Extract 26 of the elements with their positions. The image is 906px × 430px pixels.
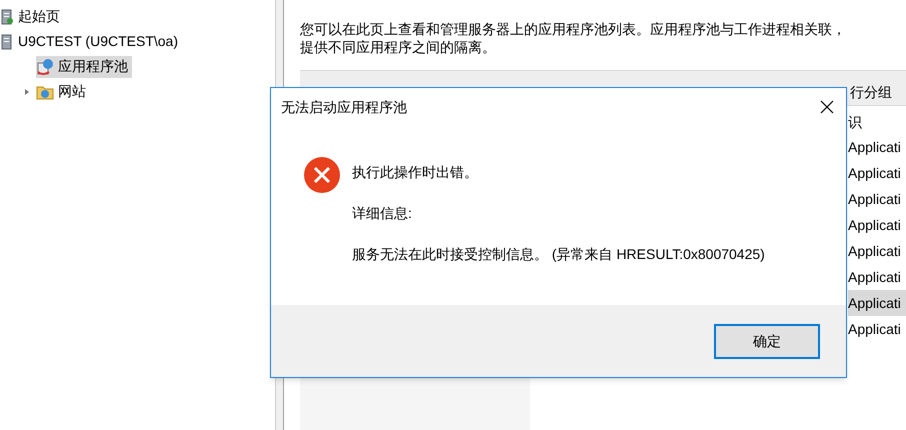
description-text: 提供不同应用程序之间的隔离。	[300, 38, 497, 56]
table-cell[interactable]: Applicati	[848, 290, 906, 316]
tree-item[interactable]: 网站	[36, 80, 90, 102]
tree-item[interactable]: U9CTEST (U9CTEST\oa)	[0, 30, 182, 52]
description-text: 您可以在此页上查看和管理服务器上的应用程序池列表。应用程序池与工作进程相关联，	[300, 20, 847, 38]
table-cell[interactable]: Applicati	[848, 212, 906, 238]
app-pool-icon	[36, 58, 54, 76]
expand-arrow-icon[interactable]	[24, 88, 30, 96]
table-cell[interactable]: Applicati	[848, 264, 906, 290]
table-cell[interactable]: Applicati	[848, 316, 906, 342]
table-cell[interactable]: Applicati	[848, 134, 906, 160]
table-cell[interactable]: Applicati	[848, 160, 906, 186]
error-message: 执行此操作时出错。	[352, 163, 479, 182]
error-icon	[303, 156, 341, 194]
table-cell[interactable]: Applicati	[848, 238, 906, 264]
tree-item[interactable]: 应用程序池	[36, 56, 132, 78]
column-header[interactable]: 识	[848, 110, 906, 134]
tree-item[interactable]: 起始页	[0, 6, 64, 28]
dialog-title: 无法启动应用程序池	[281, 98, 407, 116]
error-details: 服务无法在此时接受控制信息。 (异常来自 HRESULT:0x80070425)	[352, 245, 765, 264]
group-by-dropdown[interactable]: 行分组	[850, 82, 892, 103]
folder-globe-icon	[36, 84, 54, 100]
table-cell[interactable]: Applicati	[848, 186, 906, 212]
close-icon[interactable]	[820, 100, 834, 114]
details-label: 详细信息:	[352, 204, 413, 223]
ok-button[interactable]: 确定	[714, 324, 820, 358]
